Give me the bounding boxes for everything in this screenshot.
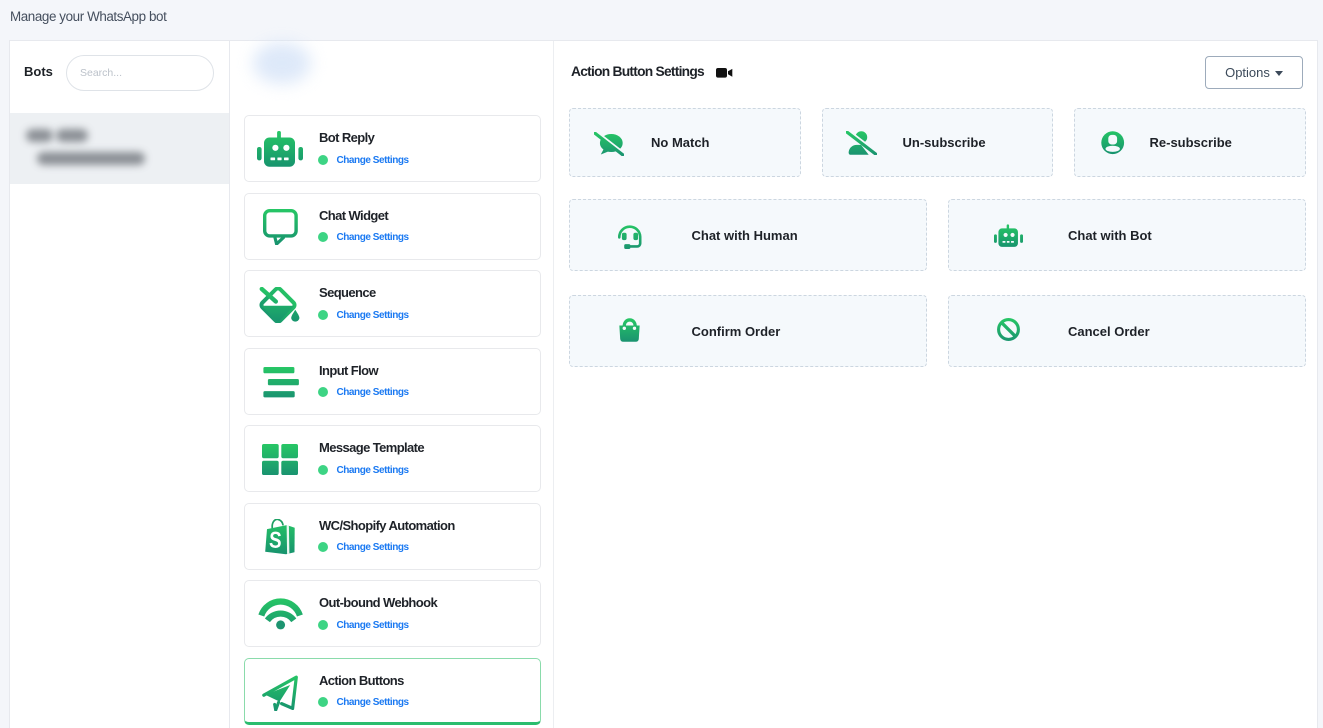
svg-text:S: S [268,526,282,553]
